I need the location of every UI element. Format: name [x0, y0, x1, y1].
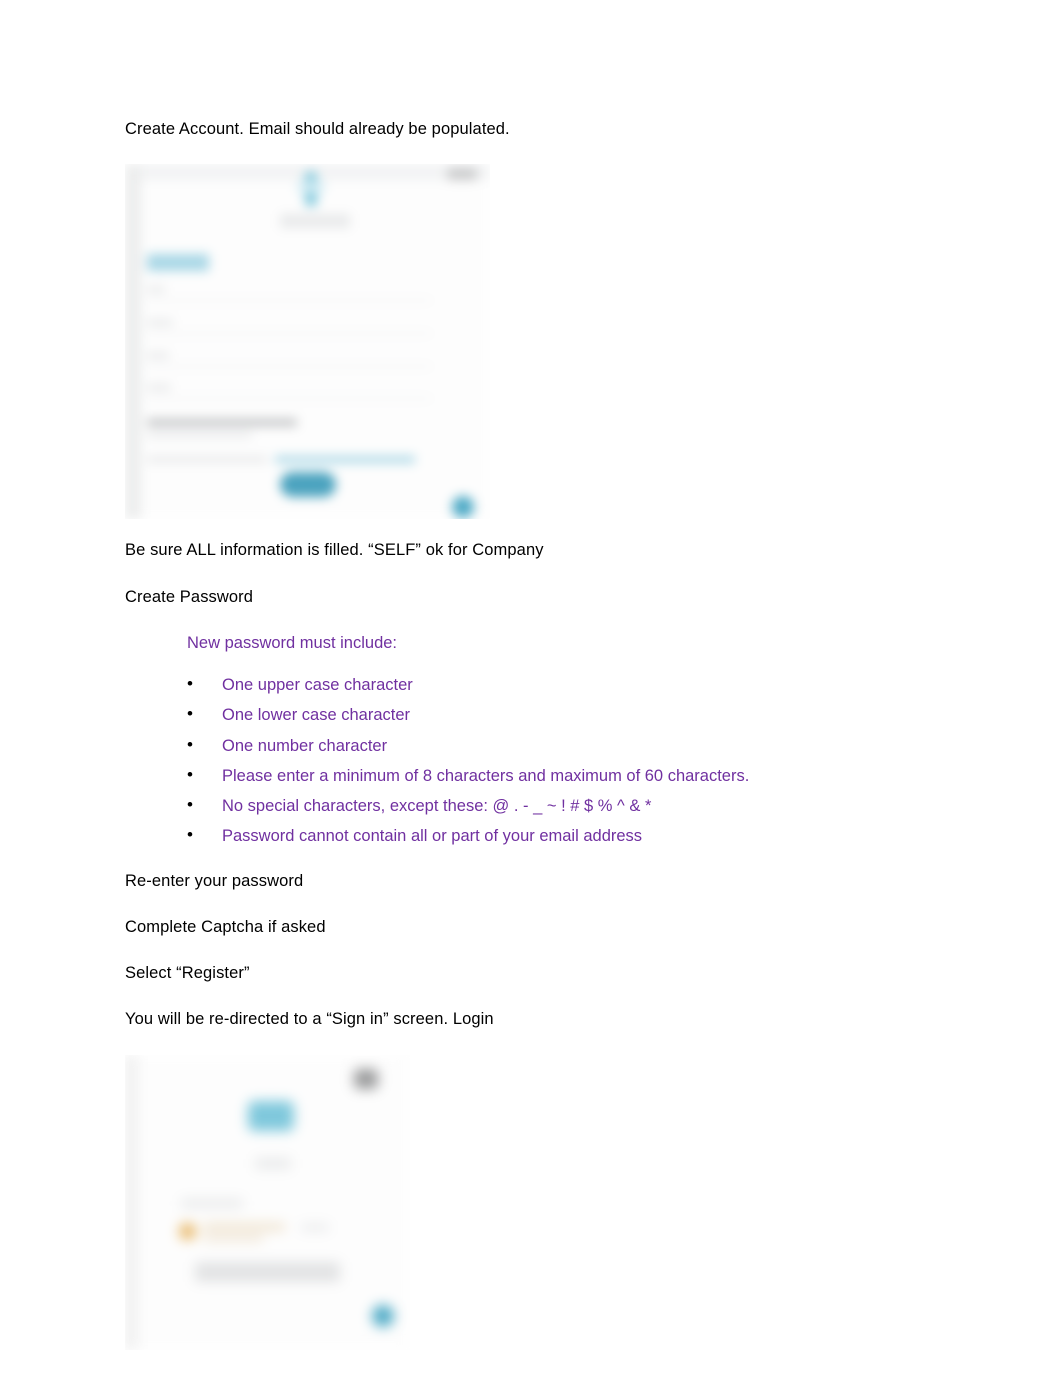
- field-label-company: [147, 352, 169, 360]
- password-rule-item: • Password cannot contain all or part of…: [187, 825, 955, 847]
- paragraph-intro: Create Account. Email should already be …: [125, 120, 510, 138]
- document-body: Create Account. Email should already be …: [125, 118, 955, 1350]
- password-rule-item: • No special characters, except these: @…: [187, 795, 955, 817]
- brand-logo-icon: [248, 1100, 294, 1131]
- password-rule-text: No special characters, except these: @ .…: [222, 797, 652, 816]
- field-underline-name: [147, 333, 432, 335]
- password-rule-item: • Please enter a minimum of 8 characters…: [187, 765, 955, 787]
- password-rule-text: One upper case character: [222, 676, 413, 695]
- password-rule-text: One number character: [222, 736, 388, 755]
- password-rule-text: Please enter a minimum of 8 characters a…: [222, 766, 750, 785]
- document-page: Create Account. Email should already be …: [0, 0, 1062, 1376]
- browser-left-rail: [125, 164, 141, 520]
- terms-link[interactable]: [275, 456, 415, 464]
- paragraph-redirect-signin: You will be re-directed to a “Sign in” s…: [125, 1010, 494, 1029]
- password-rules-block: New password must include: • One upper c…: [125, 632, 955, 848]
- paragraph-all-information: Be sure ALL information is filled. “SELF…: [125, 541, 544, 560]
- field-underline-email: [147, 300, 432, 302]
- brand-wordmark: [280, 214, 350, 229]
- screenshot-blur-layer: [125, 1054, 410, 1350]
- username-label: [181, 1198, 243, 1208]
- screenshot-background: [125, 1054, 410, 1350]
- browser-left-rail: [125, 1054, 137, 1350]
- screenshot-blur-layer: [125, 164, 490, 520]
- password-rule-item: • One upper case character: [187, 674, 955, 696]
- bullet-icon: •: [187, 734, 193, 754]
- field-label-name: [147, 319, 173, 327]
- alert-message-line-2: [203, 1234, 263, 1242]
- bullet-icon: •: [187, 825, 193, 845]
- terms-text: [147, 456, 267, 464]
- bullet-icon: •: [187, 764, 193, 784]
- field-label-phone: [147, 384, 171, 392]
- field-underline-phone: [147, 398, 432, 400]
- bullet-icon: •: [187, 704, 193, 724]
- paragraph-select-register: Select “Register”: [125, 964, 250, 983]
- consent-text-line-1: [147, 419, 297, 427]
- field-underline-company: [147, 366, 432, 368]
- alert-message-trailing: [301, 1223, 329, 1231]
- paragraph-reenter-password: Re-enter your password: [125, 871, 304, 890]
- password-rules-heading: New password must include:: [187, 633, 398, 652]
- field-label-email: [147, 286, 165, 294]
- account-avatar-icon[interactable]: [354, 1068, 378, 1089]
- form-heading: [147, 254, 209, 272]
- bullet-icon: •: [187, 674, 193, 694]
- create-account-screenshot: [125, 164, 490, 520]
- brand-logo-accent-icon: [297, 182, 325, 193]
- paragraph-complete-captcha: Complete Captcha if asked: [125, 917, 326, 936]
- help-chat-button[interactable]: [372, 1304, 394, 1327]
- signin-heading: [255, 1157, 291, 1169]
- browser-window-controls: [447, 168, 477, 181]
- password-rule-text: Password cannot contain all or part of y…: [222, 827, 643, 846]
- username-input[interactable]: [195, 1261, 340, 1282]
- password-rule-item: • One lower case character: [187, 704, 955, 726]
- register-button[interactable]: [280, 472, 336, 498]
- password-rules-list: • One upper case character • One lower c…: [187, 674, 955, 848]
- password-rule-item: • One number character: [187, 735, 955, 757]
- password-rule-text: One lower case character: [222, 706, 411, 725]
- sign-in-screenshot: [125, 1054, 410, 1350]
- bullet-icon: •: [187, 795, 193, 815]
- warning-icon: [179, 1222, 196, 1240]
- paragraph-create-password: Create Password: [125, 587, 254, 606]
- alert-message-line-1: [203, 1222, 285, 1231]
- consent-text-line-2: [147, 432, 252, 439]
